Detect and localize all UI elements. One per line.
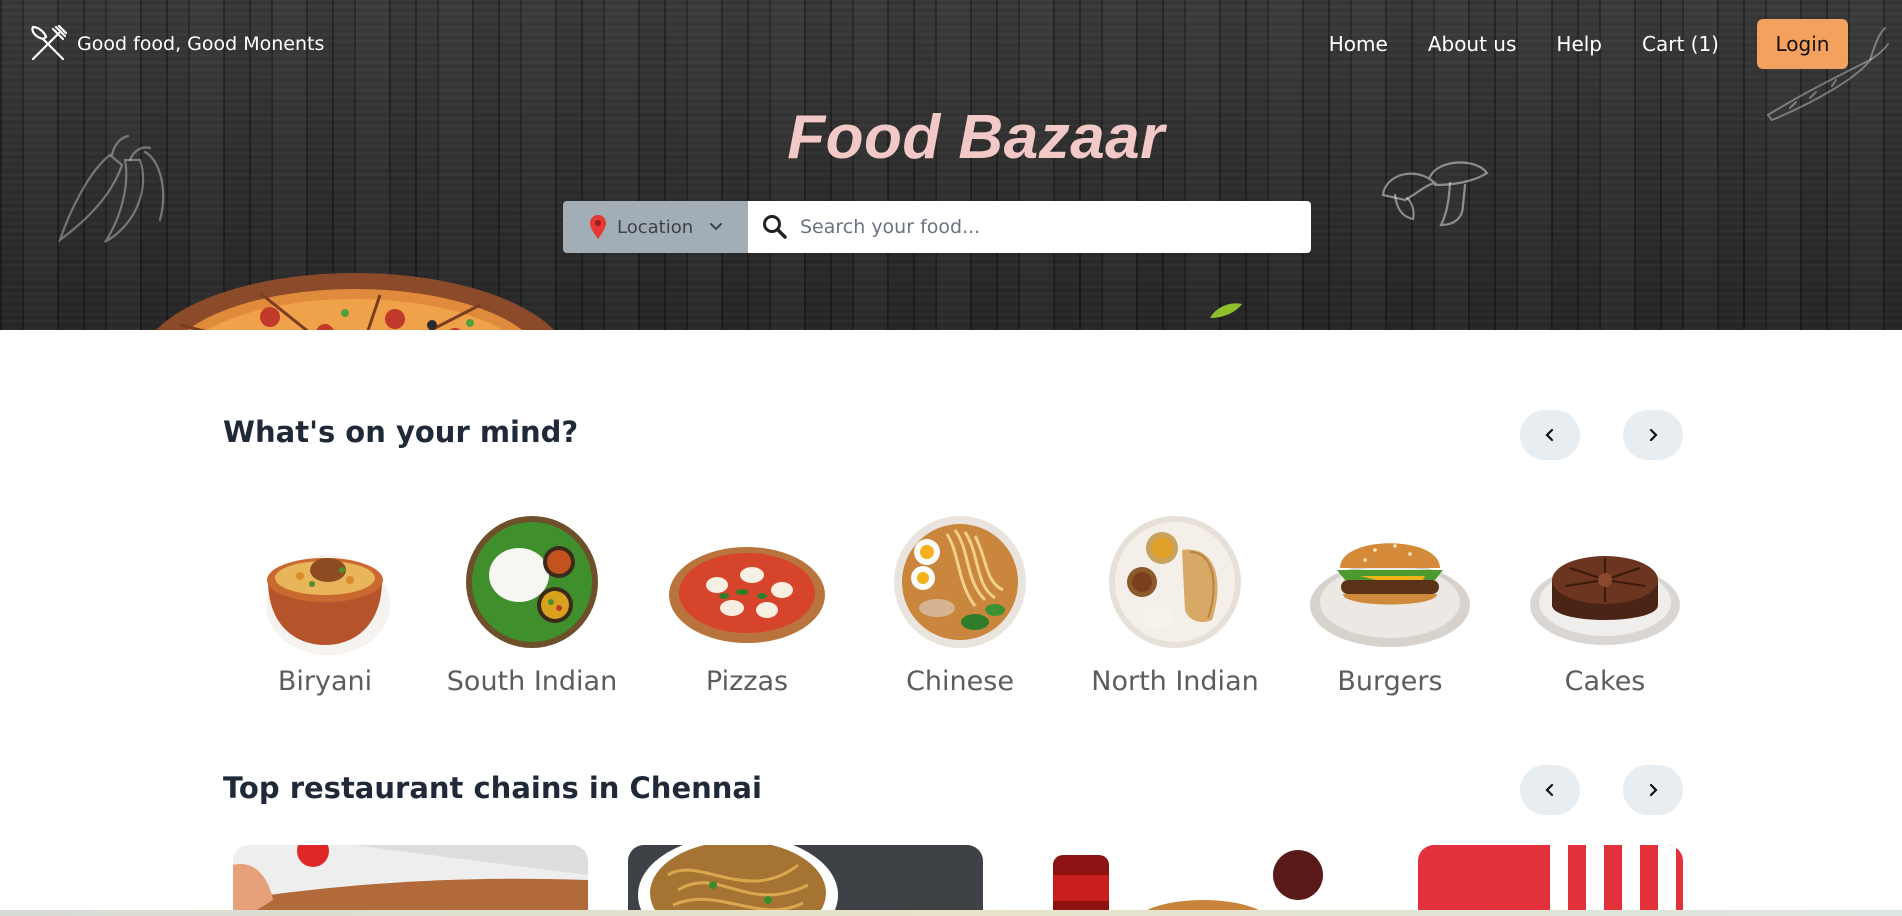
restaurant-image bbox=[1418, 845, 1683, 916]
bottom-strip bbox=[0, 910, 1902, 916]
chains-next-button[interactable] bbox=[1623, 765, 1683, 815]
category-label: Burgers bbox=[1337, 666, 1443, 697]
north-indian-thali-image bbox=[1109, 516, 1241, 648]
categories-carousel: Biryani South Indian Pizzas Chinese Nort… bbox=[223, 510, 1683, 700]
category-label: Biryani bbox=[277, 666, 373, 697]
brand-name: Good food, Good Monents bbox=[77, 33, 325, 55]
biryani-image bbox=[266, 555, 390, 655]
section-title-whats-on-mind: What's on your mind? bbox=[223, 415, 579, 449]
hero-title: Food Bazaar bbox=[787, 103, 1165, 172]
fork-knife-icon bbox=[31, 25, 67, 61]
brand[interactable]: Good food, Good Monents bbox=[29, 25, 324, 63]
category-chinese[interactable]: Chinese bbox=[860, 510, 1060, 697]
leaf-icon bbox=[1210, 303, 1242, 318]
chevron-left-icon bbox=[1545, 428, 1554, 442]
pizza-image bbox=[156, 273, 554, 330]
category-north-indian[interactable]: North Indian bbox=[1075, 510, 1275, 697]
south-indian-image bbox=[466, 516, 598, 648]
category-label: Cakes bbox=[1564, 666, 1646, 697]
category-burgers[interactable]: Burgers bbox=[1290, 510, 1490, 697]
restaurant-card[interactable] bbox=[233, 845, 588, 916]
restaurant-card[interactable] bbox=[1023, 845, 1378, 916]
category-label: South Indian bbox=[446, 666, 618, 697]
restaurant-image bbox=[628, 845, 983, 916]
restaurant-image bbox=[1023, 845, 1378, 916]
cake-image bbox=[1530, 556, 1680, 645]
search-icon bbox=[763, 215, 787, 239]
section-title-top-chains: Top restaurant chains in Chennai bbox=[223, 771, 762, 805]
search-input[interactable] bbox=[800, 207, 1311, 247]
chains-prev-button[interactable] bbox=[1520, 765, 1580, 815]
category-cakes[interactable]: Cakes bbox=[1505, 510, 1705, 697]
category-biryani[interactable]: Biryani bbox=[225, 510, 425, 697]
location-dropdown[interactable]: Location bbox=[563, 201, 748, 253]
login-button[interactable]: Login bbox=[1757, 19, 1848, 69]
nav-about-link[interactable]: About us bbox=[1428, 32, 1517, 56]
nav-help-link[interactable]: Help bbox=[1556, 32, 1602, 56]
nav-cart-link[interactable]: Cart (1) bbox=[1642, 32, 1719, 56]
category-label: North Indian bbox=[1091, 666, 1259, 697]
search-field-container bbox=[748, 201, 1311, 253]
location-label: Location bbox=[617, 216, 694, 238]
categories-prev-button[interactable] bbox=[1520, 410, 1580, 460]
chinese-noodles-image bbox=[894, 516, 1026, 648]
burger-image bbox=[1310, 543, 1470, 647]
search-bar: Location bbox=[563, 201, 1311, 253]
chevron-right-icon bbox=[1649, 428, 1658, 442]
nav-home-link[interactable]: Home bbox=[1329, 32, 1388, 56]
restaurant-card[interactable] bbox=[628, 845, 983, 916]
categories-next-button[interactable] bbox=[1623, 410, 1683, 460]
category-south-indian[interactable]: South Indian bbox=[432, 510, 632, 697]
chevron-left-icon bbox=[1545, 783, 1554, 797]
restaurant-image bbox=[233, 845, 588, 916]
chevron-down-icon bbox=[710, 223, 723, 231]
category-label: Pizzas bbox=[705, 666, 789, 697]
hero-banner: Good food, Good Monents Home About us He… bbox=[0, 0, 1902, 330]
chevron-right-icon bbox=[1649, 783, 1658, 797]
category-pizzas[interactable]: Pizzas bbox=[647, 510, 847, 697]
category-label: Chinese bbox=[906, 666, 1014, 697]
pizza-image bbox=[669, 547, 825, 643]
restaurant-card[interactable] bbox=[1418, 845, 1683, 916]
location-pin-icon bbox=[590, 215, 606, 239]
top-nav: Home About us Help Cart (1) Login bbox=[1329, 19, 1902, 69]
